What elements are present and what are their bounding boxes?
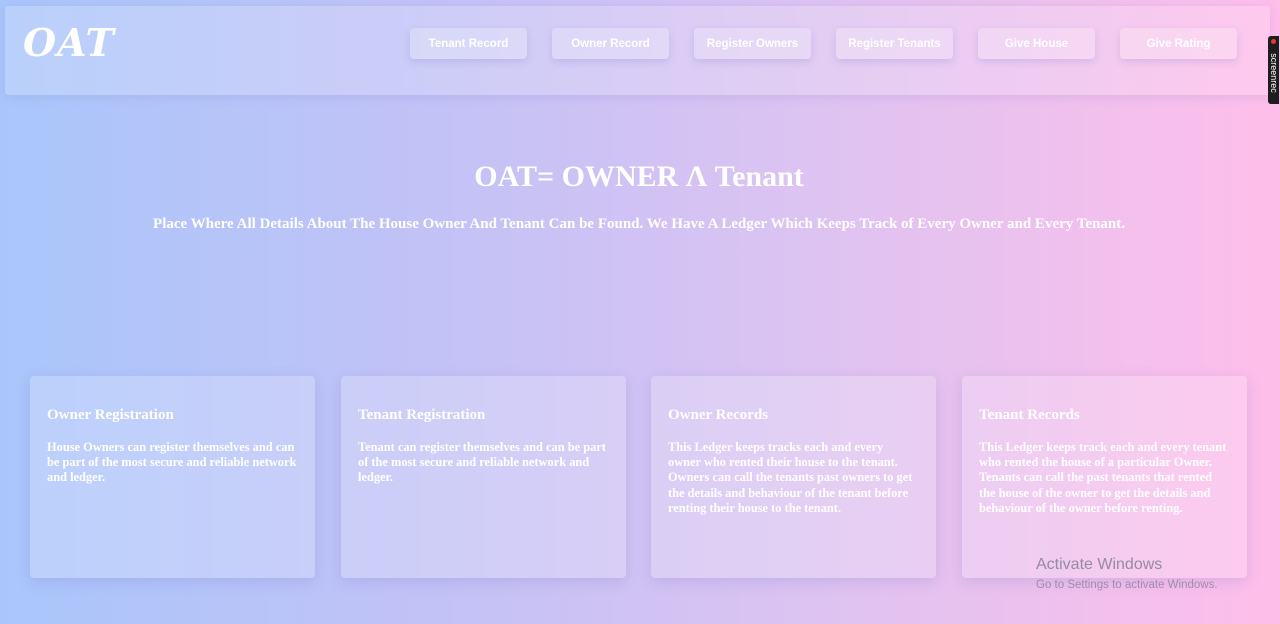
activate-windows-title: Activate Windows	[1036, 556, 1163, 573]
nav-owner-record-button[interactable]: Owner Record	[552, 28, 669, 59]
card-title: Tenant Records	[979, 407, 1080, 423]
card-tenant-records: Tenant Records This Ledger keeps track e…	[962, 376, 1247, 578]
card-tenant-registration: Tenant Registration Tenant can register …	[341, 376, 626, 578]
card-text: This Ledger keeps track each and every t…	[979, 440, 1227, 515]
nav-register-tenants-button[interactable]: Register Tenants	[836, 28, 953, 59]
card-text: This Ledger keeps tracks each and every …	[668, 440, 913, 515]
nav-give-house-button[interactable]: Give House	[978, 28, 1095, 59]
card-text: House Owners can register themselves and…	[47, 440, 297, 485]
card-owner-registration: Owner Registration House Owners can regi…	[30, 376, 315, 578]
navbar: OAT Tenant Record Owner Record Register …	[5, 6, 1270, 95]
card-title: Owner Records	[668, 407, 769, 423]
screen-recorder-tab[interactable]: screenrec	[1268, 36, 1279, 104]
activate-windows-subtitle: Go to Settings to activate Windows.	[1036, 579, 1218, 591]
hero-title: OAT= OWNER Λ Tenant	[474, 160, 804, 193]
nav-give-rating-button[interactable]: Give Rating	[1120, 28, 1237, 59]
card-title: Owner Registration	[47, 407, 174, 423]
hero-subtitle: Place Where All Details About The House …	[153, 216, 1125, 232]
nav-register-owners-button[interactable]: Register Owners	[694, 28, 811, 59]
nav-tenant-record-button[interactable]: Tenant Record	[410, 28, 527, 59]
card-title: Tenant Registration	[358, 407, 486, 423]
card-owner-records: Owner Records This Ledger keeps tracks e…	[651, 376, 936, 578]
site-logo[interactable]: OAT	[23, 20, 115, 65]
screen-recorder-label: screenrec	[1269, 53, 1279, 93]
card-text: Tenant can register themselves and can b…	[358, 440, 606, 485]
